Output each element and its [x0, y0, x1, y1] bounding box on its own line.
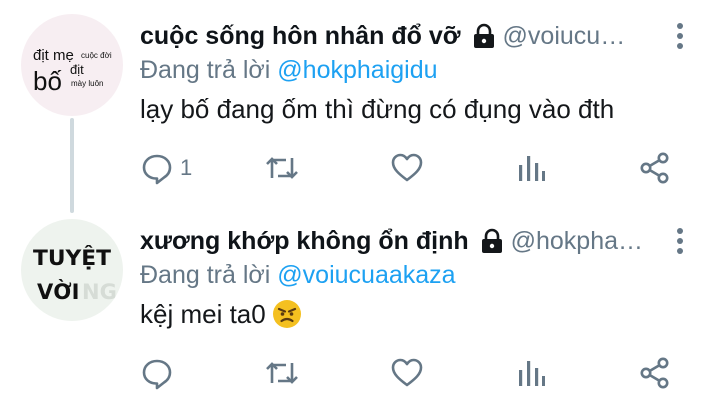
avatar-text: bố [33, 66, 62, 96]
angry-face-emoji-icon [272, 299, 302, 336]
more-vertical-icon[interactable] [675, 227, 685, 255]
avatar[interactable]: TUYỆT VỜI NG [21, 219, 123, 321]
reply-target-link[interactable]: @hokphaigidu [277, 56, 437, 84]
reply-context: Đang trả lời @hokphaigidu [140, 56, 438, 85]
tweet-header: cuộc sống hôn nhân đổ vỡ @voiucu… [140, 18, 659, 54]
avatar-text: địt [70, 62, 84, 77]
reply-context: Đang trả lời @voiucuaakaza [140, 261, 456, 290]
avatar[interactable]: địt mẹ cuộc đời bố địt mày luôn [21, 14, 123, 116]
stats-icon [516, 151, 546, 185]
action-bar: 1 [140, 150, 680, 186]
more-vertical-icon[interactable] [675, 22, 685, 50]
tweet-text: kệj mei ta0 [140, 299, 302, 336]
heart-icon [390, 356, 424, 390]
display-name[interactable]: cuộc sống hôn nhân đổ vỡ [140, 22, 461, 51]
retweet-button[interactable] [264, 150, 300, 186]
reply-icon [140, 356, 174, 390]
reply-count: 1 [180, 155, 193, 180]
heart-icon [390, 151, 424, 185]
share-button[interactable] [638, 150, 672, 186]
tweet-header: xương khớp không ổn định @hokpha… [140, 223, 659, 259]
lock-icon [471, 23, 497, 49]
share-button[interactable] [638, 355, 672, 391]
reply-prefix: Đang trả lời [140, 261, 271, 289]
avatar-text: TUYỆT [33, 244, 112, 270]
lock-icon [479, 228, 505, 254]
thread-line [70, 118, 74, 213]
like-button[interactable] [390, 355, 424, 391]
reply-prefix: Đang trả lời [140, 56, 271, 84]
retweet-icon [264, 356, 300, 390]
display-name[interactable]: xương khớp không ổn định [140, 227, 469, 256]
stats-button[interactable] [516, 355, 546, 391]
handle[interactable]: @hokpha… [511, 227, 643, 256]
avatar-text: địt mẹ [33, 47, 74, 64]
avatar-text: mày luôn [71, 79, 103, 88]
avatar-text: cuộc đời [81, 51, 112, 60]
tweet-text-content: kệj mei ta0 [140, 299, 266, 329]
retweet-button[interactable] [264, 355, 300, 391]
tweet-text: lạy bố đang ốm thì đừng có đụng vào đth [140, 94, 615, 124]
tweet[interactable]: TUYỆT VỜI NG xương khớp không ổn định @h… [0, 205, 719, 402]
avatar-text: VỜI [37, 279, 79, 304]
reply-button[interactable]: 1 [140, 150, 192, 186]
handle[interactable]: @voiucu… [503, 22, 626, 51]
action-bar [140, 355, 680, 391]
avatar-text: NG [82, 280, 117, 304]
stats-icon [516, 356, 546, 390]
reply-icon [140, 151, 174, 185]
share-icon [638, 151, 672, 185]
tweet[interactable]: địt mẹ cuộc đời bố địt mày luôn cuộc sốn… [0, 0, 719, 213]
stats-button[interactable] [516, 150, 546, 186]
share-icon [638, 356, 672, 390]
reply-target-link[interactable]: @voiucuaakaza [277, 261, 455, 289]
retweet-icon [264, 151, 300, 185]
reply-button[interactable] [140, 355, 180, 391]
like-button[interactable] [390, 150, 424, 186]
